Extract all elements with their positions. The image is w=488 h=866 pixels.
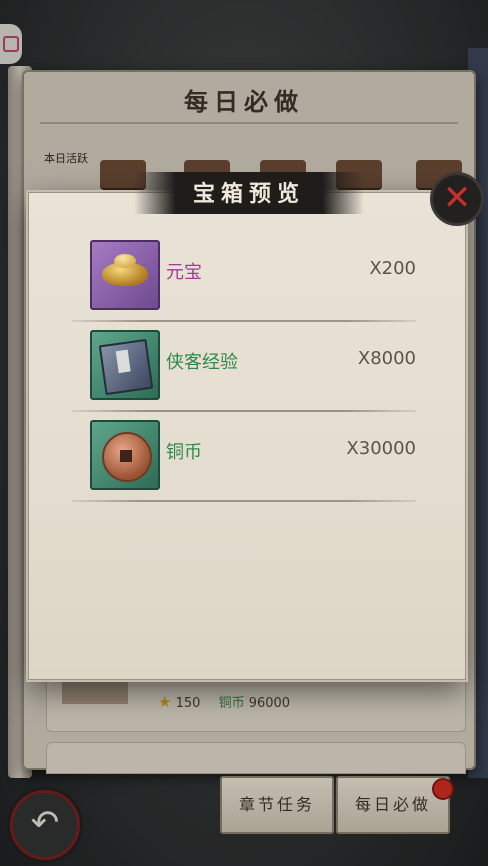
reward-name: 侠客经验 [166,352,238,373]
exp-book-icon [90,330,160,400]
gold-ingot-icon [90,240,160,310]
reward-item: 元宝 X200 [72,232,416,322]
close-button[interactable]: ✕ [430,172,484,226]
reward-name: 铜币 [166,442,202,463]
reward-quantity: X8000 [357,348,416,369]
reward-quantity: X200 [369,258,416,279]
close-icon: ✕ [442,178,472,218]
modal-title: 宝箱预览 [192,181,305,207]
reward-name: 元宝 [166,262,202,283]
copper-coin-icon [90,420,160,490]
reward-quantity: X30000 [346,438,416,459]
reward-item: 侠客经验 X8000 [72,322,416,412]
reward-item: 铜币 X30000 [72,412,416,502]
divider [72,500,416,502]
